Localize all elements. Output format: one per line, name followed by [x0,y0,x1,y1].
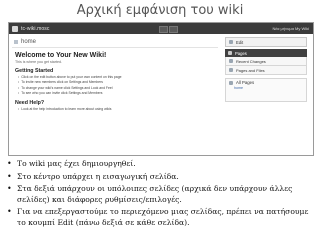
sidebar-item-recent-changes[interactable]: Recent Changes [225,57,307,66]
bullet-item: Το wiki μας έχει δημιουργηθεί. [6,159,316,170]
bullet-item: Για να επεξεργαστούμε το περιεχόμενο μια… [6,207,316,228]
topbar-button[interactable] [159,26,168,33]
wiki-main-content: home Welcome to Your New Wiki! This is w… [12,37,218,153]
sidebar-item-pages-and-files[interactable]: Pages and Files [225,66,307,75]
section-heading: Need Help? [15,99,45,106]
pages-panel-header[interactable]: Pages [225,49,307,57]
page-subtitle: This is where you get started. [15,60,62,64]
site-name-link[interactable]: tc-wiki.mosc [21,26,49,32]
all-pages-label: All Pages [236,80,255,85]
home-page-link[interactable]: home [226,85,306,90]
page-heading: Welcome to Your New Wiki! [15,52,107,59]
document-icon [229,80,233,85]
pencil-icon [229,40,233,44]
page-header: home [12,37,218,48]
list-item: Look at the help introduction to learn m… [18,107,218,112]
page-name: home [21,39,37,45]
topbar-button[interactable] [169,26,178,33]
wiki-sidebar: Edit Pages Recent Changes Pages and File… [225,37,307,102]
account-menu[interactable]: Νέα μήνυμα My Wiki [272,26,309,31]
wiki-screenshot: tc-wiki.mosc Νέα μήνυμα My Wiki home Wel… [8,22,314,156]
clock-icon [229,59,233,63]
wiki-topbar: tc-wiki.mosc Νέα μήνυμα My Wiki [9,23,313,34]
home-page-icon [14,40,18,44]
sidebar-item-label: Recent Changes [236,58,266,64]
sidebar-item-label: Pages and Files [236,67,265,73]
pages-header-label: Pages [235,50,247,56]
folder-icon [229,68,233,72]
bullet-item: Στο κέντρο υπάρχει η εισαγωγική σελίδα. [6,172,316,183]
logo-icon [12,25,18,32]
slide-title: Αρχική εμφάνιση του wiki [76,3,244,18]
bullet-item: Στα δεξιά υπάρχουν οι υπόλοιπες σελίδες … [6,184,316,205]
all-pages-panel: All Pages home [225,78,307,102]
list-item: To see who you can invite click Settings… [18,91,218,96]
edit-button-label: Edit [236,39,244,45]
section-heading: Getting Started [15,68,54,74]
pages-icon [228,51,232,55]
edit-button[interactable]: Edit [225,37,307,47]
list-item: To change your wiki's name click Setting… [18,86,218,91]
slide-bullets: Το wiki μας έχει δημιουργηθεί. Στο κέντρ… [6,159,316,230]
list-item: To invite new members click on Settings … [18,80,218,85]
list-item: Click on the edit button above to put yo… [18,75,218,80]
